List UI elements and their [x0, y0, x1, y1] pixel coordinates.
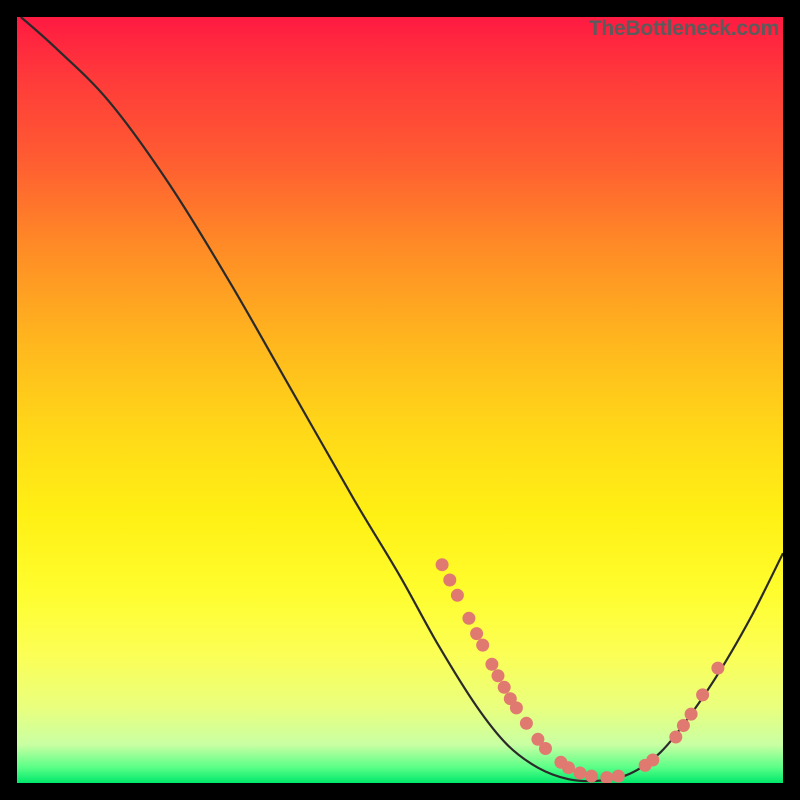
data-dot: [462, 612, 475, 625]
data-dot: [498, 681, 511, 694]
data-dot: [562, 761, 575, 774]
data-dot: [451, 589, 464, 602]
data-dot: [539, 742, 552, 755]
data-dot: [711, 662, 724, 675]
data-dot: [510, 701, 523, 714]
data-dot: [436, 558, 449, 571]
data-dot: [612, 770, 625, 783]
data-dot: [492, 669, 505, 682]
data-dot: [677, 719, 690, 732]
data-dots: [436, 558, 725, 783]
data-dot: [470, 627, 483, 640]
data-dot: [520, 717, 533, 730]
data-dot: [574, 767, 587, 780]
data-dot: [585, 770, 598, 783]
chart-container: TheBottleneck.com: [0, 0, 800, 800]
curve-layer: [17, 17, 783, 783]
data-dot: [685, 708, 698, 721]
data-dot: [476, 639, 489, 652]
data-dot: [646, 754, 659, 767]
data-dot: [600, 771, 613, 783]
data-dot: [696, 688, 709, 701]
plot-area: TheBottleneck.com: [17, 17, 783, 783]
data-dot: [443, 574, 456, 587]
data-dot: [485, 658, 498, 671]
data-dot: [669, 731, 682, 744]
bottleneck-curve: [21, 17, 783, 781]
